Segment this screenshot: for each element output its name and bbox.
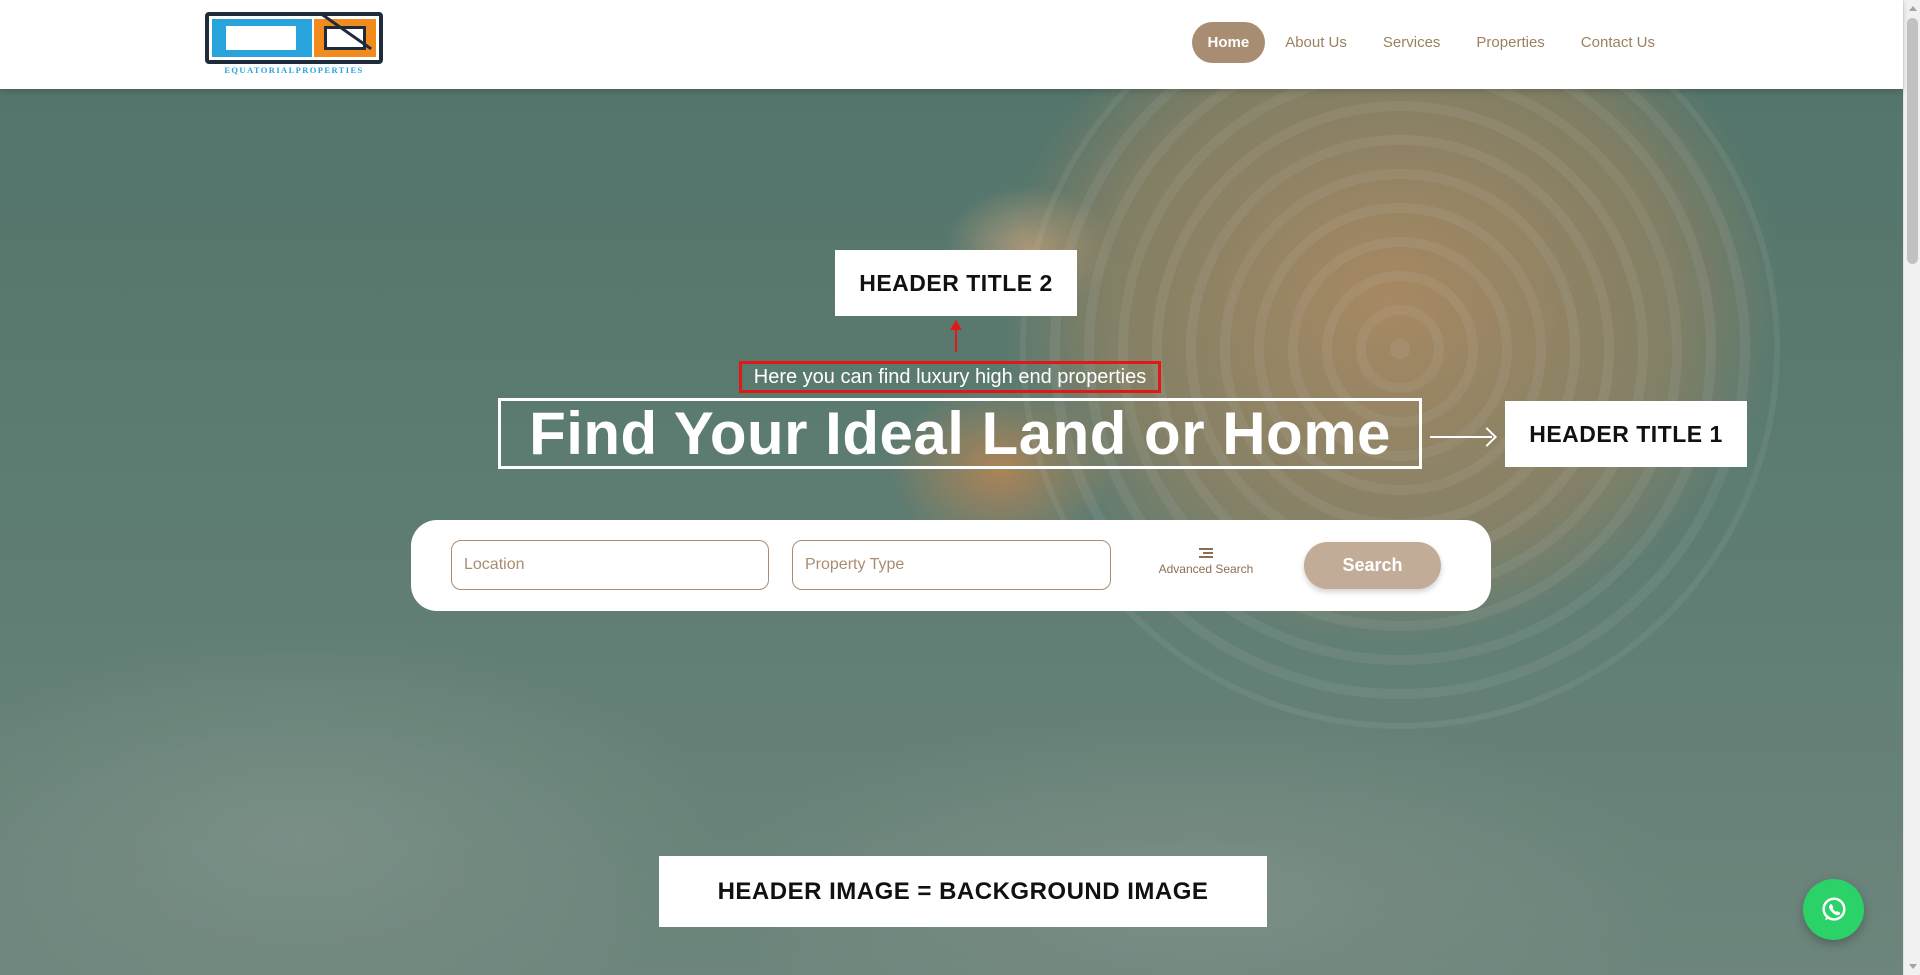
nav-item-about-us[interactable]: About Us [1269,22,1363,63]
hero-subtitle: Here you can find luxury high end proper… [739,361,1161,393]
scroll-down-arrow-icon[interactable] [1904,958,1920,975]
annotation-header-title-2: HEADER TITLE 2 [835,250,1077,316]
annotation-header-title-1: HEADER TITLE 1 [1505,401,1747,467]
nav-item-contact-us[interactable]: Contact Us [1565,22,1671,63]
whatsapp-button[interactable] [1803,879,1864,940]
advanced-search-label: Advanced Search [1158,562,1254,576]
location-input[interactable] [451,540,769,590]
logo-mark [205,12,383,64]
search-button[interactable]: Search [1304,542,1441,589]
filter-sliders-icon [1199,548,1213,558]
nav-item-properties[interactable]: Properties [1460,22,1560,63]
advanced-search-toggle[interactable]: Advanced Search [1151,546,1261,586]
main-nav: Home About Us Services Properties Contac… [1191,22,1672,63]
scrollbar-thumb[interactable] [1907,18,1918,264]
page-scrollbar[interactable] [1903,0,1920,975]
nav-item-services[interactable]: Services [1367,22,1457,63]
arrow-right-icon [1430,436,1492,438]
site-header: EQUATORIALPROPERTIES Home About Us Servi… [0,0,1903,89]
hero-headline: Find Your Ideal Land or Home [498,398,1422,469]
scroll-up-arrow-icon[interactable] [1904,0,1920,17]
site-logo[interactable]: EQUATORIALPROPERTIES [205,12,383,76]
whatsapp-icon [1821,897,1846,921]
property-search-bar: Advanced Search Search [411,520,1491,611]
logo-text: EQUATORIALPROPERTIES [224,65,364,75]
nav-item-home[interactable]: Home [1191,22,1266,63]
red-arrow-up-icon [950,320,962,352]
annotation-header-image: HEADER IMAGE = BACKGROUND IMAGE [659,856,1267,927]
property-type-input[interactable] [792,540,1111,590]
